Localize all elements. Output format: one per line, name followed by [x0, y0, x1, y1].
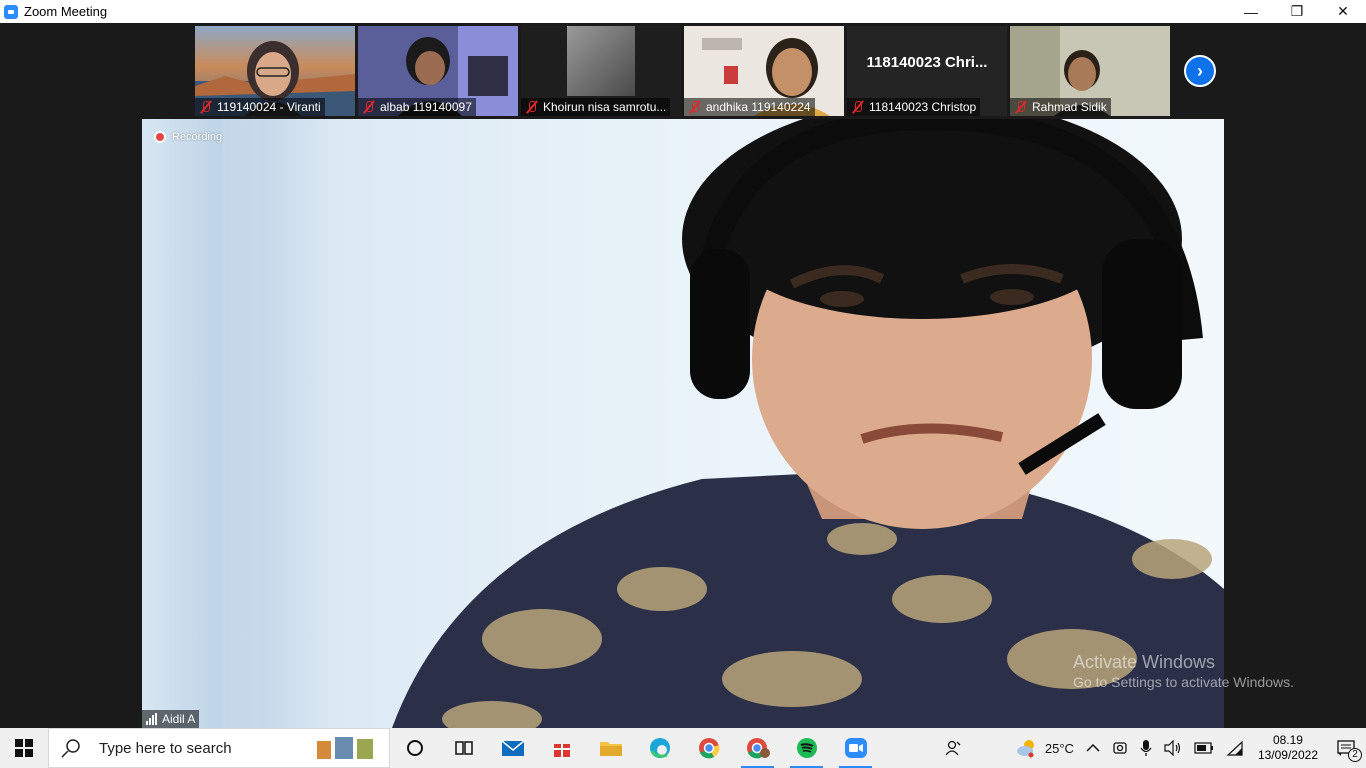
watermark-title: Activate Windows [1073, 652, 1216, 672]
recording-indicator: Recording [154, 131, 222, 143]
participant-tile[interactable]: Khoirun nisa samrotu... [521, 26, 681, 116]
search-highlight-icon [317, 737, 373, 759]
spotify-icon [796, 738, 817, 758]
restore-button[interactable]: ❐ [1274, 0, 1320, 23]
task-view-icon-button[interactable] [439, 728, 488, 768]
volume-button[interactable] [1158, 728, 1188, 768]
muted-mic-icon [362, 100, 376, 114]
watermark-subtitle: Go to Settings to activate Windows. [1073, 674, 1294, 690]
people-button[interactable] [939, 728, 969, 768]
notification-count-badge: 2 [1348, 748, 1362, 762]
clock-time: 08.19 [1272, 733, 1303, 747]
participant-label: albab 119140097 [358, 98, 476, 116]
muted-mic-icon [525, 100, 539, 114]
spotify-button[interactable] [782, 728, 831, 768]
weather-cloud-icon [1016, 740, 1034, 758]
camera-icon [1113, 742, 1127, 754]
chrome-profile-button[interactable] [733, 728, 782, 768]
edge-icon [649, 738, 670, 758]
people-icon [945, 740, 961, 756]
chrome-browser-button[interactable] [684, 728, 733, 768]
participant-tile[interactable]: 118140023 Chri... 118140023 Christop [847, 26, 1007, 116]
speaker-name: Aidil A [162, 712, 196, 726]
speaker-label: Aidil A [142, 710, 200, 728]
battery-icon [1194, 742, 1213, 754]
participant-label: Rahmad Sidik [1010, 98, 1111, 116]
participant-label: 118140023 Christop [847, 98, 981, 116]
chrome-icon [698, 738, 719, 759]
zoom-app-icon [4, 4, 18, 19]
participant-tile[interactable]: albab 119140097 [358, 26, 518, 116]
taskbar: Type here to search 25°C 08.19 13/09/202… [0, 728, 1366, 768]
clock[interactable]: 08.19 13/09/2022 [1250, 733, 1326, 763]
zoom-icon [844, 738, 867, 758]
participant-tile[interactable]: andhika 119140224 [684, 26, 844, 116]
show-hidden-icons-button[interactable] [1080, 728, 1106, 768]
recording-icon [154, 131, 166, 143]
mail-app-button[interactable] [488, 728, 537, 768]
title-bar: Zoom Meeting — ❐ ✕ [0, 0, 1366, 23]
recording-label: Recording [172, 131, 223, 143]
search-placeholder: Type here to search [99, 739, 232, 757]
gift-app-button[interactable] [537, 728, 586, 768]
system-tray: 25°C 08.19 13/09/2022 2 [939, 728, 1366, 768]
gift-icon [553, 744, 570, 757]
mail-icon [501, 740, 524, 756]
participant-tile[interactable]: 119140024 - Viranti [195, 26, 355, 116]
taskbar-search[interactable]: Type here to search [48, 728, 390, 768]
active-speaker-video[interactable]: Recording Aidil A [142, 119, 1224, 728]
folder-icon [599, 742, 622, 756]
activate-windows-watermark: Activate Windows Go to Settings to activ… [1073, 652, 1294, 692]
start-button[interactable] [0, 728, 48, 768]
zoom-taskbar-button[interactable] [831, 728, 880, 768]
network-button[interactable] [1220, 728, 1250, 768]
search-icon [61, 739, 80, 758]
connection-signal-icon [146, 713, 157, 725]
windows-logo-icon [15, 739, 33, 757]
muted-mic-icon [851, 100, 865, 114]
meeting-area: 119140024 - Viranti albab 119140097 Khoi… [0, 23, 1366, 728]
speaker-video-frame [222, 119, 1224, 728]
participant-label: 119140024 - Viranti [195, 98, 325, 116]
edge-browser-button[interactable] [635, 728, 684, 768]
close-button[interactable]: ✕ [1320, 0, 1366, 23]
participant-name: andhika 119140224 [706, 100, 811, 114]
temperature-label: 25°C [1044, 740, 1074, 756]
chevron-up-icon [1086, 743, 1100, 752]
muted-mic-icon [688, 100, 702, 114]
participant-name: Khoirun nisa samrotu... [543, 100, 667, 114]
participant-name: 118140023 Christop [869, 100, 977, 114]
cortana-circle-icon [406, 740, 423, 756]
microphone-icon [1140, 740, 1152, 756]
action-center-button[interactable]: 2 [1326, 728, 1366, 768]
window-title: Zoom Meeting [24, 4, 108, 19]
speaker-volume-icon [1164, 740, 1181, 756]
battery-button[interactable] [1188, 728, 1220, 768]
chrome-profile-icon [746, 738, 770, 759]
clock-date: 13/09/2022 [1257, 748, 1318, 762]
muted-mic-icon [199, 100, 213, 114]
participant-tile-title: 118140023 Chri... [866, 54, 988, 71]
participant-strip: 119140024 - Viranti albab 119140097 Khoi… [0, 23, 1366, 119]
weather-widget[interactable]: 25°C [1009, 728, 1080, 768]
participant-tile[interactable]: Rahmad Sidik [1010, 26, 1170, 116]
participant-label: Khoirun nisa samrotu... [521, 98, 671, 116]
participant-name: Rahmad Sidik [1032, 100, 1107, 114]
muted-mic-icon [1014, 100, 1028, 114]
participant-name: 119140024 - Viranti [217, 100, 321, 114]
window-controls: — ❐ ✕ [1228, 0, 1366, 23]
webcam-tray-button[interactable] [1106, 728, 1134, 768]
minimize-button[interactable]: — [1228, 0, 1274, 23]
next-page-button[interactable]: › [1184, 55, 1216, 87]
task-view-icon [454, 741, 473, 755]
participant-label: andhika 119140224 [684, 98, 815, 116]
file-explorer-button[interactable] [586, 728, 635, 768]
wifi-icon [1226, 740, 1243, 756]
participant-name: albab 119140097 [380, 100, 472, 114]
microphone-tray-button[interactable] [1134, 728, 1158, 768]
task-view-button[interactable] [390, 728, 439, 768]
